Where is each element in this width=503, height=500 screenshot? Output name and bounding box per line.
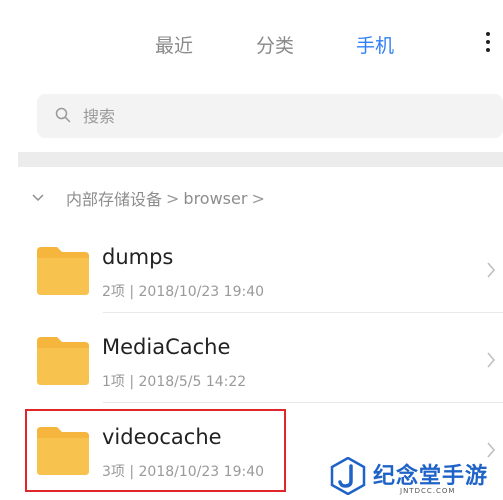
search-icon xyxy=(55,107,71,123)
folder-meta: 2项 | 2018/10/23 19:40 xyxy=(102,284,265,300)
chevron-down-icon[interactable] xyxy=(30,190,46,206)
folder-row-dumps[interactable]: dumps 2项 | 2018/10/23 19:40 xyxy=(0,225,503,313)
watermark: 纪念堂手游 JNTDCC.COM xyxy=(318,454,503,500)
breadcrumb-separator: > xyxy=(251,188,265,208)
watermark-url: JNTDCC.COM xyxy=(400,487,456,495)
tab-phone[interactable]: 手机 xyxy=(356,31,394,58)
folder-icon xyxy=(37,337,89,385)
section-divider xyxy=(18,152,503,167)
watermark-logo-icon xyxy=(330,457,366,495)
more-options-icon[interactable] xyxy=(482,30,494,56)
breadcrumb-internal-storage[interactable]: 内部存储设备 xyxy=(66,186,162,210)
folder-name: dumps xyxy=(102,245,174,269)
watermark-text: 纪念堂手游 xyxy=(373,464,489,489)
breadcrumb-separator: > xyxy=(166,188,180,208)
chevron-right-icon xyxy=(487,262,495,278)
highlight-box xyxy=(25,409,286,492)
search-input[interactable] xyxy=(83,103,463,129)
breadcrumb: 内部存储设备 > browser > xyxy=(30,186,269,210)
folder-meta: 1项 | 2018/5/5 14:22 xyxy=(102,374,247,390)
search-bar[interactable] xyxy=(37,94,503,138)
breadcrumb-browser[interactable]: browser xyxy=(183,189,247,208)
chevron-right-icon xyxy=(487,352,495,368)
row-divider xyxy=(103,312,503,313)
folder-icon xyxy=(37,247,89,295)
folder-name: MediaCache xyxy=(102,335,231,359)
row-divider xyxy=(103,402,503,403)
tab-category[interactable]: 分类 xyxy=(256,31,294,58)
tab-recent[interactable]: 最近 xyxy=(155,31,193,58)
folder-row-mediacache[interactable]: MediaCache 1项 | 2018/5/5 14:22 xyxy=(0,315,503,403)
top-tab-bar: 最近 分类 手机 xyxy=(0,0,503,90)
